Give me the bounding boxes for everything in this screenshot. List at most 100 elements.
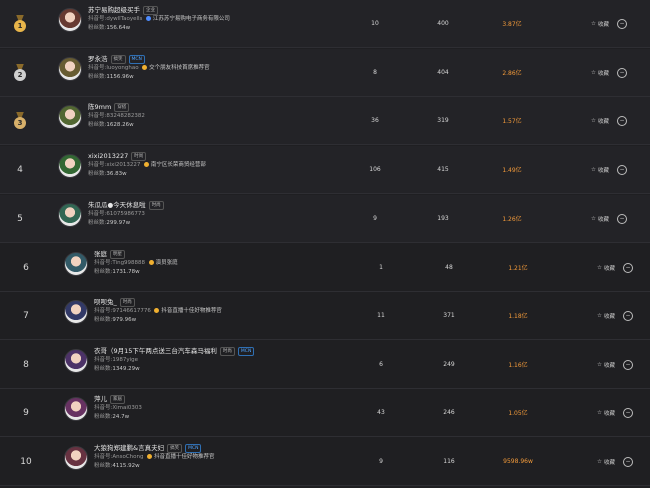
account-name[interactable]: 张庭 [94,250,107,259]
followers-count: 1731.78w [112,269,140,275]
favorite-button[interactable]: ☆ 收藏 [597,292,615,339]
account-name[interactable]: 苏宁易购超级买手 [88,6,140,15]
goods-count-cell: 400 [423,0,463,47]
star-icon: ☆ [597,264,602,271]
avatar[interactable] [58,105,82,129]
bronze-medal-icon: 3 [13,111,27,130]
category-tag: 时尚 [119,298,135,307]
avatar[interactable] [58,154,82,178]
favorite-button[interactable]: ☆ 收藏 [597,389,615,436]
account-name[interactable]: 陈9mm [88,103,111,112]
live-count-cell: 6 [361,341,401,388]
followers-count: 1628.26w [106,122,134,128]
sales-cell: 1.49亿 [492,146,532,193]
rank-number: 7 [23,310,29,321]
sales-amount: 1.57亿 [502,118,522,125]
douyin-id-label: 抖音号: [88,162,107,168]
favorite-label: 收藏 [597,70,609,77]
certification-text: 江苏苏宁易购电子商务有限公司 [152,16,230,22]
favorite-button[interactable]: ☆ 收藏 [591,0,609,47]
more-button[interactable]: − [623,244,633,291]
account-name[interactable]: 大狼狗郑建鹏&言真夫妇 [94,444,164,453]
more-icon: − [623,359,633,370]
star-icon: ☆ [591,20,596,27]
account-info: 苏宁易购超级买手 企业 抖音号:dywllTaoyells 江苏苏宁易购电子商务… [88,6,230,33]
favorite-button[interactable]: ☆ 收藏 [591,49,609,96]
favorite-button[interactable]: ☆ 收藏 [591,97,609,144]
goods-count-cell: 319 [423,97,463,144]
favorite-label: 收藏 [597,167,609,174]
rank-cell: 6 [14,244,38,291]
account-name[interactable]: 罗永浩 [88,55,108,64]
followers-count: 979.96w [112,317,137,323]
rank-number: 1 [14,19,26,32]
more-button[interactable]: − [617,0,627,47]
table-row[interactable]: 4 xixi2013227 时尚 抖音号:xixi2013227 南宁区长荣商贸… [0,146,650,194]
table-row[interactable]: 6 张庭 明星 抖音号:Ting998888 演员张庭 粉丝数:1731.78w… [0,244,650,292]
more-icon: − [617,67,627,78]
account-name[interactable]: xixi2013227 [88,152,128,161]
account-name[interactable]: 萍儿 [94,395,107,404]
favorite-button[interactable]: ☆ 收藏 [597,438,615,485]
table-row[interactable]: 10 大狼狗郑建鹏&言真夫妇 搞笑 MCN 抖音号:AnsoChong 抖音直播… [0,438,650,486]
account-info: 萍儿 家居 抖音号:Ximai0303 粉丝数:24.7w [94,395,142,422]
live-count-cell: 11 [361,292,401,339]
douyin-id-label: 抖音号: [94,260,113,266]
followers-count: 1156.96w [106,74,134,80]
account-name[interactable]: 衣哥（9月15下午两点送三台汽车森马福利 [94,347,217,356]
account-info: 衣哥（9月15下午两点送三台汽车森马福利 时尚 MCN 抖音号:1987yige… [94,347,255,374]
rank-number: 4 [17,164,23,175]
table-row[interactable]: 3 陈9mm 穿搭 抖音号:83248282382 粉丝数:1628.26w 36… [0,97,650,145]
avatar[interactable] [58,8,82,32]
avatar[interactable] [64,349,88,373]
table-row[interactable]: 7 呗呗兔_ 时尚 抖音号:97146617776 抖音直播十佳好物推荐官 粉丝… [0,292,650,340]
more-icon: − [617,213,627,224]
favorite-label: 收藏 [603,410,615,417]
followers-count: 1349.29w [112,366,140,372]
followers-label: 粉丝数: [94,269,113,275]
live-count: 106 [369,166,381,173]
live-count-cell: 9 [361,438,401,485]
favorite-button[interactable]: ☆ 收藏 [597,244,615,291]
rank-cell: 10 [14,438,38,485]
avatar[interactable] [64,252,88,276]
table-row[interactable]: 5 朱瓜瓜●今天休息啦 时尚 抖音号:61075986773 粉丝数:299.9… [0,195,650,243]
live-count: 36 [371,117,379,124]
sales-amount: 1.18亿 [508,313,528,320]
account-name[interactable]: 呗呗兔_ [94,298,117,307]
mcn-badge: MCN [128,55,145,64]
category-tag: 穿搭 [114,103,130,112]
table-row[interactable]: 1 苏宁易购超级买手 企业 抖音号:dywllTaoyells 江苏苏宁易购电子… [0,0,650,48]
more-button[interactable]: − [617,97,627,144]
goods-count-cell: 193 [423,195,463,242]
table-row[interactable]: 9 萍儿 家居 抖音号:Ximai0303 粉丝数:24.7w 43 246 1.05… [0,389,650,437]
more-button[interactable]: − [623,341,633,388]
douyin-id: 97146617776 [112,308,151,314]
category-tag: 家居 [110,395,125,404]
more-button[interactable]: − [617,195,627,242]
more-icon: − [617,164,627,175]
table-row[interactable]: 8 衣哥（9月15下午两点送三台汽车森马福利 时尚 MCN 抖音号:1987yi… [0,341,650,389]
table-row[interactable]: 2 罗永浩 搞笑 MCN 抖音号:luoyonghao 交个朋友科技首席推荐官 … [0,49,650,97]
douyin-id-label: 抖音号: [88,16,107,22]
avatar[interactable] [64,300,88,324]
avatar[interactable] [58,57,82,81]
more-button[interactable]: − [623,438,633,485]
favorite-button[interactable]: ☆ 收藏 [591,146,609,193]
sales-cell: 1.21亿 [498,244,538,291]
avatar[interactable] [64,446,88,470]
goods-count: 371 [443,312,455,319]
avatar[interactable] [58,203,82,227]
rank-number: 8 [23,359,29,370]
followers-label: 粉丝数: [94,463,113,469]
favorite-button[interactable]: ☆ 收藏 [591,195,609,242]
more-button[interactable]: − [617,146,627,193]
more-button[interactable]: − [623,389,633,436]
account-name[interactable]: 朱瓜瓜●今天休息啦 [88,201,146,210]
more-button[interactable]: − [617,49,627,96]
favorite-button[interactable]: ☆ 收藏 [597,341,615,388]
account-info: xixi2013227 时尚 抖音号:xixi2013227 南宁区长荣商贸经营… [88,152,206,179]
douyin-id: dywllTaoyells [106,16,143,22]
more-button[interactable]: − [623,292,633,339]
avatar[interactable] [64,397,88,421]
